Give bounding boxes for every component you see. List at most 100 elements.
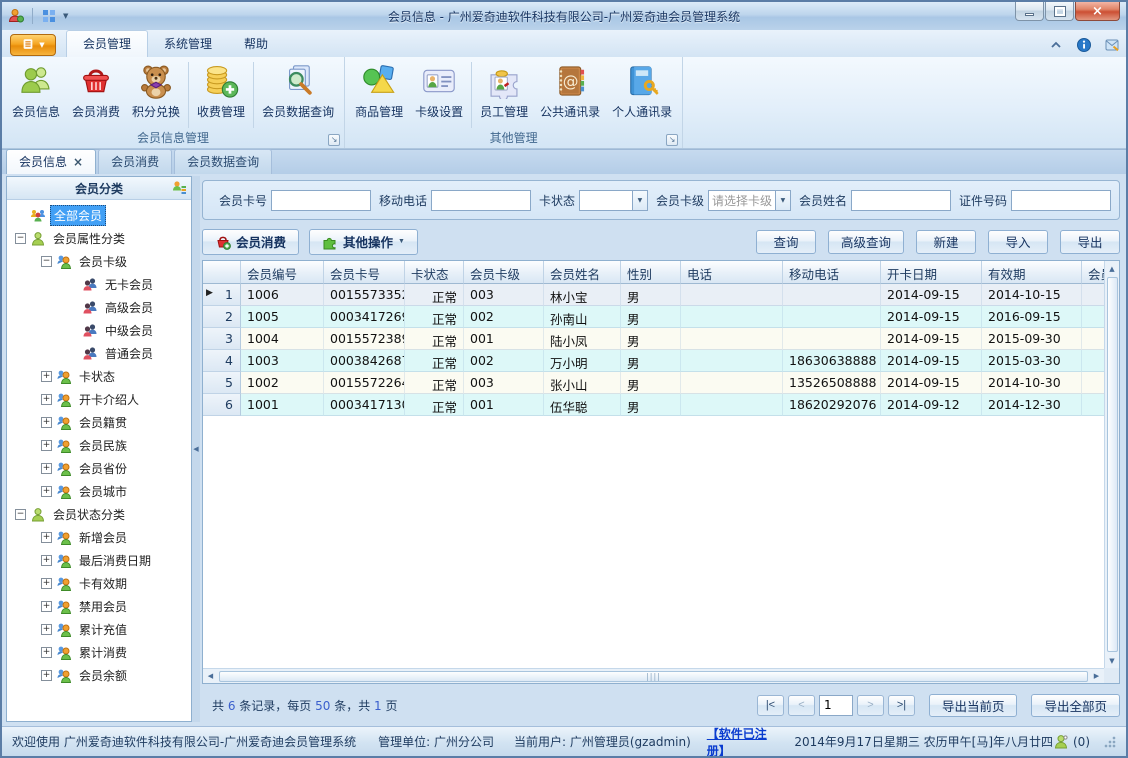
- tree-item[interactable]: 高级会员: [7, 296, 191, 319]
- table-row[interactable]: 1 ▶ 1006 0015573352 正常 003 林小宝男 2014-09-15 2014-…: [203, 284, 1104, 306]
- table-row[interactable]: 6 1001 0003417130 正常 001 伍华聪男 18620292076 2014-…: [203, 394, 1104, 416]
- resize-grip-icon[interactable]: [1104, 735, 1116, 748]
- column-header[interactable]: 移动电话: [783, 261, 881, 284]
- page-number-input[interactable]: [818, 694, 853, 716]
- tree-item[interactable]: + 累计充值: [7, 618, 191, 641]
- tree-item[interactable]: − 会员状态分类: [7, 503, 191, 526]
- registered-link[interactable]: 【软件已注册】: [707, 725, 781, 757]
- horizontal-scroll-thumb[interactable]: ||||: [219, 670, 1088, 682]
- ribbon-button[interactable]: 收费管理: [191, 60, 251, 130]
- horizontal-scrollbar[interactable]: ◀ |||| ▶: [203, 668, 1104, 683]
- scroll-right-icon[interactable]: ▶: [1089, 669, 1104, 684]
- collapse-ribbon-button[interactable]: [1048, 37, 1064, 53]
- document-tab[interactable]: 会员信息 ×: [6, 149, 97, 174]
- close-button[interactable]: ×: [1075, 2, 1120, 21]
- scroll-down-icon[interactable]: ▼: [1105, 653, 1120, 668]
- expand-icon[interactable]: +: [41, 463, 52, 474]
- tree-item[interactable]: + 会员余额: [7, 664, 191, 687]
- tree-item[interactable]: 普通会员: [7, 342, 191, 365]
- collapse-icon[interactable]: −: [15, 233, 26, 244]
- filter-input[interactable]: [850, 189, 951, 211]
- chevron-down-icon[interactable]: ▼: [631, 190, 647, 210]
- table-row[interactable]: 4 1003 0003842687 正常 002 万小明男 18630638888 2014-…: [203, 350, 1104, 372]
- filter-combobox[interactable]: 请选择卡级 ▼: [707, 189, 791, 211]
- column-header[interactable]: 会员编号: [241, 261, 324, 284]
- ribbon-button[interactable]: 个人通讯录: [606, 60, 678, 130]
- tree-item[interactable]: − 会员属性分类: [7, 227, 191, 250]
- collapse-icon[interactable]: −: [15, 509, 26, 520]
- filter-combobox[interactable]: ▼: [579, 189, 648, 211]
- column-header[interactable]: 卡状态: [405, 261, 464, 284]
- ribbon-tab-item[interactable]: 系统管理: [148, 31, 228, 57]
- tree-item[interactable]: + 会员省份: [7, 457, 191, 480]
- expand-icon[interactable]: +: [41, 532, 52, 543]
- scroll-left-icon[interactable]: ◀: [203, 669, 218, 684]
- expand-icon[interactable]: +: [41, 440, 52, 451]
- window-layout-button[interactable]: ▼: [41, 8, 68, 24]
- tree-item[interactable]: − 会员卡级: [7, 250, 191, 273]
- tree-item[interactable]: + 累计消费: [7, 641, 191, 664]
- tree-item[interactable]: + 卡有效期: [7, 572, 191, 595]
- column-header[interactable]: 会员卡号: [324, 261, 405, 284]
- chevron-down-icon[interactable]: ▼: [774, 190, 790, 210]
- splitter[interactable]: ◀: [192, 176, 200, 722]
- prev-page-button[interactable]: <: [787, 694, 815, 716]
- column-header[interactable]: 开卡日期: [881, 261, 982, 284]
- ribbon-button[interactable]: 卡级设置: [409, 60, 469, 130]
- expand-icon[interactable]: +: [41, 578, 52, 589]
- help-icon[interactable]: [1104, 37, 1120, 53]
- tree-item[interactable]: + 开卡介绍人: [7, 388, 191, 411]
- expand-icon[interactable]: +: [41, 417, 52, 428]
- column-header[interactable]: 会员: [1082, 261, 1104, 284]
- tree-item[interactable]: + 最后消费日期: [7, 549, 191, 572]
- filter-input[interactable]: [431, 189, 532, 211]
- other-operations-button[interactable]: 其他操作 ▼: [309, 228, 418, 255]
- expand-icon[interactable]: +: [41, 394, 52, 405]
- table-row[interactable]: 3 1004 0015572389 正常 001 陆小凤男 2014-09-15 2015-0…: [203, 328, 1104, 350]
- tree-item[interactable]: + 新增会员: [7, 526, 191, 549]
- maximize-button[interactable]: [1045, 2, 1074, 21]
- toolbar-button[interactable]: 导入: [988, 229, 1048, 254]
- tree-item[interactable]: + 会员民族: [7, 434, 191, 457]
- ribbon-button[interactable]: 会员数据查询: [256, 60, 340, 130]
- tree-item[interactable]: + 会员籍贯: [7, 411, 191, 434]
- member-consume-button[interactable]: 会员消费: [202, 228, 300, 255]
- table-row[interactable]: 5 1002 0015572264 正常 003 张小山男 13526508888 2014-…: [203, 372, 1104, 394]
- ribbon-tab-active[interactable]: 会员管理: [66, 30, 149, 57]
- column-header[interactable]: 有效期: [982, 261, 1082, 284]
- expand-icon[interactable]: +: [41, 647, 52, 658]
- tree-item[interactable]: + 禁用会员: [7, 595, 191, 618]
- ribbon-button[interactable]: 商品管理: [349, 60, 409, 130]
- scroll-up-icon[interactable]: ▲: [1105, 261, 1120, 276]
- dialog-launcher-icon[interactable]: ↘: [328, 134, 341, 146]
- column-header[interactable]: 会员姓名: [544, 261, 621, 284]
- tree-item[interactable]: 中级会员: [7, 319, 191, 342]
- vertical-scrollbar[interactable]: ▲ ▼: [1104, 261, 1119, 668]
- application-menu-button[interactable]: ▼: [10, 34, 56, 56]
- toolbar-button[interactable]: 高级查询: [827, 229, 904, 254]
- tree-item[interactable]: + 会员城市: [7, 480, 191, 503]
- close-icon[interactable]: ×: [73, 156, 83, 168]
- filter-input[interactable]: [271, 189, 372, 211]
- expand-icon[interactable]: +: [41, 371, 52, 382]
- next-page-button[interactable]: >: [856, 694, 884, 716]
- expand-icon[interactable]: +: [41, 555, 52, 566]
- expand-icon[interactable]: +: [41, 624, 52, 635]
- tree-item[interactable]: 无卡会员: [7, 273, 191, 296]
- tree-item[interactable]: 全部会员: [7, 204, 191, 227]
- info-icon[interactable]: [1076, 37, 1092, 53]
- ribbon-button[interactable]: 会员信息: [6, 60, 66, 130]
- column-header[interactable]: 电话: [681, 261, 783, 284]
- toolbar-button[interactable]: 新建: [916, 229, 976, 254]
- toolbar-button[interactable]: 查询: [755, 229, 816, 254]
- export-all-pages-button[interactable]: 导出全部页: [1031, 693, 1120, 717]
- first-page-button[interactable]: |<: [756, 694, 784, 716]
- expand-icon[interactable]: +: [41, 601, 52, 612]
- vertical-scroll-thumb[interactable]: [1106, 277, 1118, 652]
- minimize-button[interactable]: [1015, 2, 1044, 21]
- expand-icon[interactable]: +: [41, 670, 52, 681]
- dialog-launcher-icon[interactable]: ↘: [666, 134, 679, 146]
- filter-input[interactable]: [1011, 189, 1111, 211]
- export-current-page-button[interactable]: 导出当前页: [928, 693, 1018, 717]
- column-header[interactable]: 会员卡级: [464, 261, 544, 284]
